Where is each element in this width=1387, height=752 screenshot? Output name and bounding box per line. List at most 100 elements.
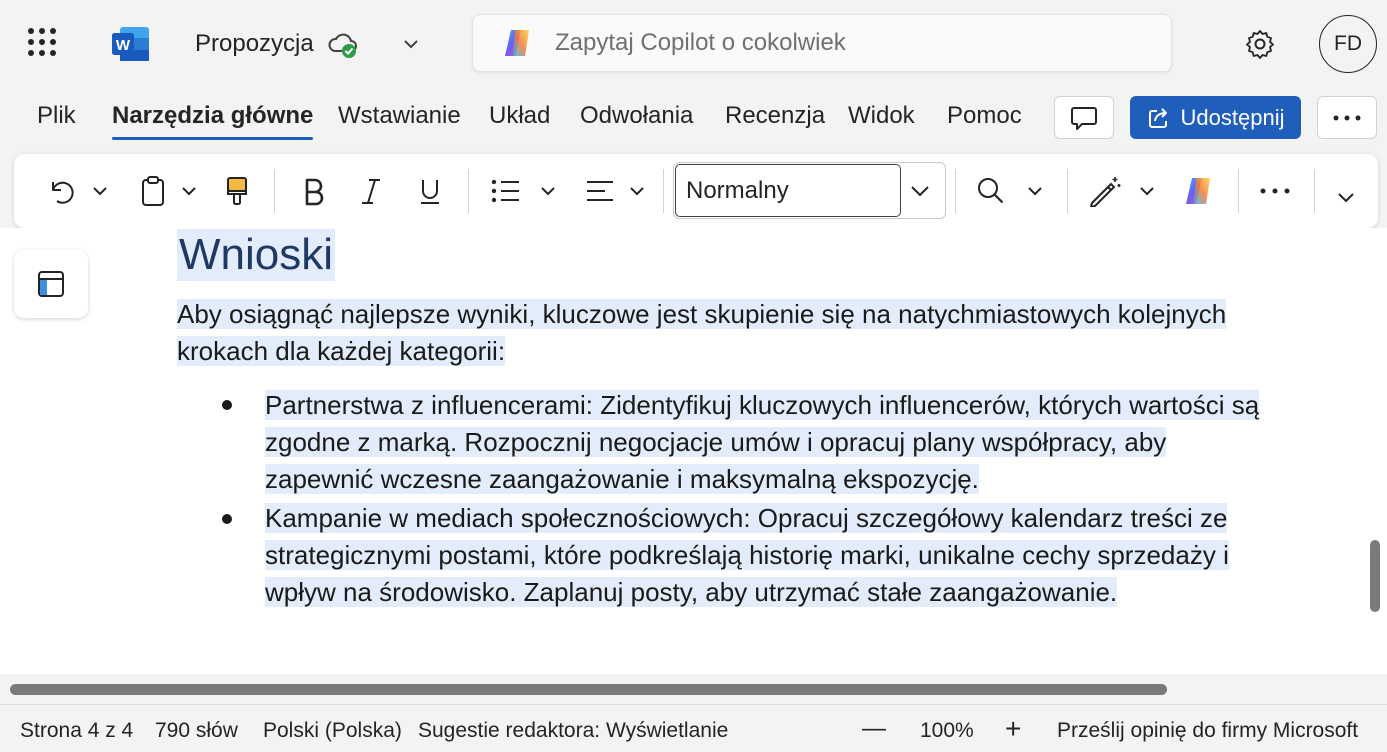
bullets-icon xyxy=(491,179,519,203)
chevron-down-icon xyxy=(541,187,555,196)
ribbon-divider xyxy=(1067,169,1068,213)
app-launcher-icon[interactable] xyxy=(28,28,56,56)
tab-help[interactable]: Pomoc xyxy=(947,102,1022,130)
find-dropdown[interactable] xyxy=(1023,172,1047,210)
undo-button[interactable] xyxy=(42,172,76,210)
ribbon-tabs: Plik Narzędzia główne Wstawianie Układ O… xyxy=(0,96,1050,144)
word-logo-icon[interactable]: W xyxy=(112,26,150,62)
ribbon-more-button[interactable] xyxy=(1257,172,1293,210)
italic-button[interactable] xyxy=(354,172,388,210)
share-button[interactable]: Udostępnij xyxy=(1130,96,1301,139)
cloud-saved-icon[interactable] xyxy=(327,29,359,61)
status-bar: Strona 4 z 4 790 słów Polski (Polska) Su… xyxy=(0,704,1387,752)
zoom-level[interactable]: 100% xyxy=(920,719,974,743)
bullet-text-line[interactable]: zgodne z marką. Rozpocznij negocjacje um… xyxy=(265,424,1167,461)
editor-dropdown[interactable] xyxy=(1135,172,1159,210)
intro-paragraph-line[interactable]: krokach dla każdej kategorii: xyxy=(177,333,506,370)
horizontal-scroll-thumb[interactable] xyxy=(10,684,1167,695)
bullet-text-line[interactable]: Kampanie w mediach społecznościowych: Op… xyxy=(265,500,1228,537)
gear-icon[interactable] xyxy=(1242,26,1278,62)
page-count[interactable]: Strona 4 z 4 xyxy=(20,719,133,743)
tab-file[interactable]: Plik xyxy=(37,102,76,130)
ribbon-toolbar: Normalny xyxy=(14,154,1378,228)
document-title[interactable]: Propozycja xyxy=(195,30,314,58)
align-button[interactable] xyxy=(582,172,618,210)
copilot-search-input[interactable]: Zapytaj Copilot o cokolwiek xyxy=(472,14,1172,72)
bullet-text-line[interactable]: Partnerstwa z influencerami: Zidentyfiku… xyxy=(265,387,1260,424)
title-bar: W Propozycja Zapytaj Copilot o cokolwiek… xyxy=(0,0,1387,88)
avatar[interactable]: FD xyxy=(1319,15,1377,73)
format-painter-button[interactable] xyxy=(220,172,254,210)
chevron-down-icon xyxy=(1028,187,1042,196)
ribbon-divider xyxy=(274,169,275,213)
paste-button[interactable] xyxy=(136,172,170,210)
tab-references[interactable]: Odwołania xyxy=(580,102,693,130)
style-picker: Normalny xyxy=(673,162,946,219)
bullet-text-line[interactable]: strategicznymi postami, które podkreślaj… xyxy=(265,537,1229,574)
chevron-down-icon xyxy=(630,187,644,196)
undo-dropdown[interactable] xyxy=(88,172,112,210)
bullet-text-line[interactable]: zapewnić wczesne zaangażowanie i maksyma… xyxy=(265,461,979,498)
comments-button[interactable] xyxy=(1054,96,1114,139)
align-dropdown[interactable] xyxy=(625,172,649,210)
ribbon-divider xyxy=(468,169,469,213)
bullet-marker xyxy=(222,514,232,524)
document-heading[interactable]: Wnioski xyxy=(177,229,336,281)
style-dropdown[interactable] xyxy=(906,177,934,205)
tab-review[interactable]: Recenzja xyxy=(725,102,825,130)
paste-icon xyxy=(142,176,164,206)
editor-suggestions-status[interactable]: Sugestie redaktora: Wyświetlanie xyxy=(418,719,728,743)
ribbon-divider xyxy=(663,169,664,213)
chevron-down-icon xyxy=(182,187,196,196)
tab-insert[interactable]: Wstawianie xyxy=(338,102,461,130)
copilot-icon xyxy=(505,30,529,56)
navigation-pane-button[interactable] xyxy=(14,250,88,318)
ribbon-divider xyxy=(1238,169,1239,213)
chevron-down-icon[interactable] xyxy=(400,33,422,55)
bullets-button[interactable] xyxy=(488,172,524,210)
ribbon-divider xyxy=(1314,169,1315,213)
align-icon xyxy=(587,181,613,201)
share-icon xyxy=(1148,107,1167,128)
underline-button[interactable] xyxy=(413,172,447,210)
feedback-link[interactable]: Prześlij opinię do firmy Microsoft xyxy=(1057,719,1358,743)
paste-dropdown[interactable] xyxy=(177,172,201,210)
more-options-button[interactable] xyxy=(1317,96,1377,139)
word-count[interactable]: 790 słów xyxy=(155,719,238,743)
comment-icon xyxy=(1071,106,1097,130)
copilot-button[interactable] xyxy=(1180,172,1218,210)
search-icon xyxy=(978,178,1004,204)
bold-icon xyxy=(305,178,324,206)
share-label: Udostępnij xyxy=(1180,104,1285,130)
bold-button[interactable] xyxy=(297,172,331,210)
chevron-down-icon xyxy=(1140,187,1154,196)
tab-home[interactable]: Narzędzia główne xyxy=(112,102,314,140)
vertical-scroll-thumb[interactable] xyxy=(1370,540,1380,612)
bullets-dropdown[interactable] xyxy=(536,172,560,210)
more-icon xyxy=(1260,188,1290,194)
editor-button[interactable] xyxy=(1086,172,1124,210)
tab-layout[interactable]: Układ xyxy=(489,102,550,130)
chevron-down-icon xyxy=(911,186,929,197)
ribbon-divider xyxy=(955,169,956,213)
chevron-down-icon xyxy=(1338,193,1354,203)
language-status[interactable]: Polski (Polska) xyxy=(263,719,402,743)
find-button[interactable] xyxy=(974,172,1008,210)
svg-text:W: W xyxy=(116,37,131,54)
tab-view[interactable]: Widok xyxy=(848,102,915,130)
intro-paragraph-line[interactable]: Aby osiągnąć najlepsze wyniki, kluczowe … xyxy=(177,296,1227,333)
ribbon-expand-button[interactable] xyxy=(1334,178,1358,216)
bullet-text-line[interactable]: wpływ na środowisko. Zaplanuj posty, aby… xyxy=(265,574,1118,611)
copilot-search-placeholder: Zapytaj Copilot o cokolwiek xyxy=(555,29,846,56)
style-input[interactable]: Normalny xyxy=(675,164,901,217)
italic-icon xyxy=(362,179,380,204)
underline-icon xyxy=(421,180,439,204)
bullet-marker xyxy=(222,400,232,410)
editor-icon xyxy=(1090,177,1121,207)
more-icon xyxy=(1333,115,1361,120)
zoom-in-button[interactable]: + xyxy=(1005,713,1021,745)
undo-icon xyxy=(52,181,74,204)
zoom-out-button[interactable]: — xyxy=(862,715,886,743)
format-painter-icon xyxy=(227,177,247,205)
chevron-down-icon xyxy=(93,187,107,196)
